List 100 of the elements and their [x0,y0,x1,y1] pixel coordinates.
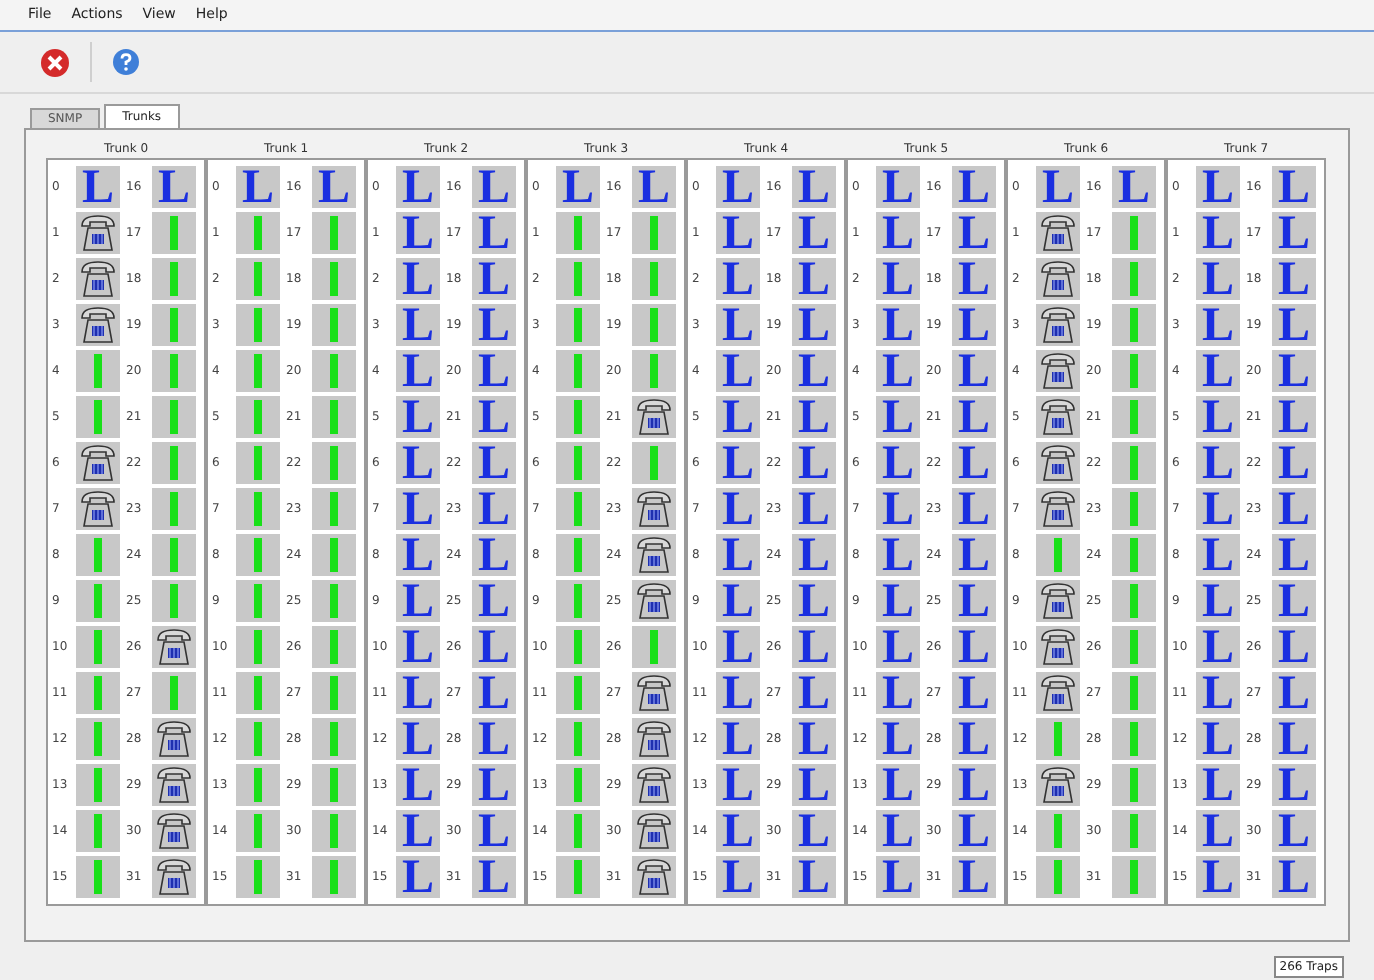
letter-l-icon: L [957,350,990,392]
idle-bar-icon [574,722,582,756]
idle-bar-icon [1130,492,1138,526]
idle-bar-icon [254,814,262,848]
letter-l-icon: L [1277,396,1310,438]
letter-l-icon: L [1117,166,1150,208]
idle-bar-icon [254,584,262,618]
idle-bar-icon [1130,216,1138,250]
letter-l-icon: L [721,626,754,668]
letter-l-icon: L [957,442,990,484]
letter-l-icon: L [1277,718,1310,760]
letter-l-icon: L [81,166,114,208]
letter-l-icon: L [957,810,990,852]
idle-bar-icon [330,492,338,526]
idle-bar-icon [330,262,338,296]
idle-bar-icon [254,400,262,434]
idle-bar-icon [574,676,582,710]
idle-bar-icon [94,584,102,618]
idle-bar-icon [1130,814,1138,848]
idle-bar-icon [330,860,338,894]
letter-l-icon: L [797,534,830,576]
idle-bar-icon [650,354,658,388]
letter-l-icon: L [881,764,914,806]
letter-l-icon: L [881,304,914,346]
letter-l-icon: L [401,718,434,760]
idle-bar-icon [254,262,262,296]
letter-l-icon: L [1201,166,1234,208]
idle-bar-icon [94,630,102,664]
idle-bar-icon [574,308,582,342]
letter-l-icon: L [477,810,510,852]
letter-l-icon: L [1201,764,1234,806]
letter-l-icon: L [881,396,914,438]
idle-bar-icon [254,676,262,710]
idle-bar-icon [1130,262,1138,296]
letter-l-icon: L [721,580,754,622]
idle-bar-icon [254,630,262,664]
idle-bar-icon [1130,400,1138,434]
letter-l-icon: L [721,810,754,852]
letter-l-icon: L [1277,810,1310,852]
letter-l-icon: L [957,488,990,530]
letter-l-icon: L [881,626,914,668]
letter-l-icon: L [797,626,830,668]
letter-l-icon: L [881,856,914,898]
letter-l-icon: L [401,488,434,530]
idle-bar-icon [1130,446,1138,480]
idle-bar-icon [94,860,102,894]
idle-bar-icon [170,262,178,296]
close-icon[interactable] [40,47,70,77]
idle-bar-icon [1054,538,1062,572]
letter-l-icon: L [797,166,830,208]
idle-bar-icon [330,400,338,434]
idle-bar-icon [330,676,338,710]
idle-bar-icon [650,446,658,480]
letter-l-icon: L [721,718,754,760]
idle-bar-icon [254,768,262,802]
idle-bar-icon [254,860,262,894]
idle-bar-icon [330,446,338,480]
letter-l-icon: L [1277,534,1310,576]
letter-l-icon: L [957,396,990,438]
idle-bar-icon [170,676,178,710]
letter-l-icon: L [957,626,990,668]
letter-l-icon: L [157,166,190,208]
letter-l-icon: L [881,534,914,576]
letter-l-icon: L [477,764,510,806]
letter-l-icon: L [401,212,434,254]
idle-bar-icon [1130,768,1138,802]
idle-bar-icon [574,860,582,894]
idle-bar-icon [170,354,178,388]
letter-l-icon: L [881,810,914,852]
letter-l-icon: L [721,764,754,806]
letter-l-icon: L [1277,258,1310,300]
letter-l-icon: L [1277,580,1310,622]
letter-l-icon: L [477,304,510,346]
idle-bar-icon [574,538,582,572]
letter-l-icon: L [721,396,754,438]
letter-l-icon: L [477,166,510,208]
help-icon[interactable] [112,48,140,76]
letter-l-icon: L [1201,672,1234,714]
letter-l-icon: L [721,442,754,484]
letter-l-icon: L [401,350,434,392]
letter-l-icon: L [1201,258,1234,300]
letter-l-icon: L [881,350,914,392]
idle-bar-icon [650,216,658,250]
letter-l-icon: L [477,350,510,392]
idle-bar-icon [94,354,102,388]
letter-l-icon: L [1201,718,1234,760]
letter-l-icon: L [957,212,990,254]
idle-bar-icon [94,814,102,848]
idle-bar-icon [254,216,262,250]
letter-l-icon: L [1277,856,1310,898]
idle-bar-icon [94,400,102,434]
letter-l-icon: L [401,166,434,208]
idle-bar-icon [1130,722,1138,756]
idle-bar-icon [1054,860,1062,894]
letter-l-icon: L [881,442,914,484]
idle-bar-icon [94,768,102,802]
idle-bar-icon [1130,676,1138,710]
letter-l-icon: L [1201,350,1234,392]
idle-bar-icon [254,354,262,388]
letter-l-icon: L [401,810,434,852]
